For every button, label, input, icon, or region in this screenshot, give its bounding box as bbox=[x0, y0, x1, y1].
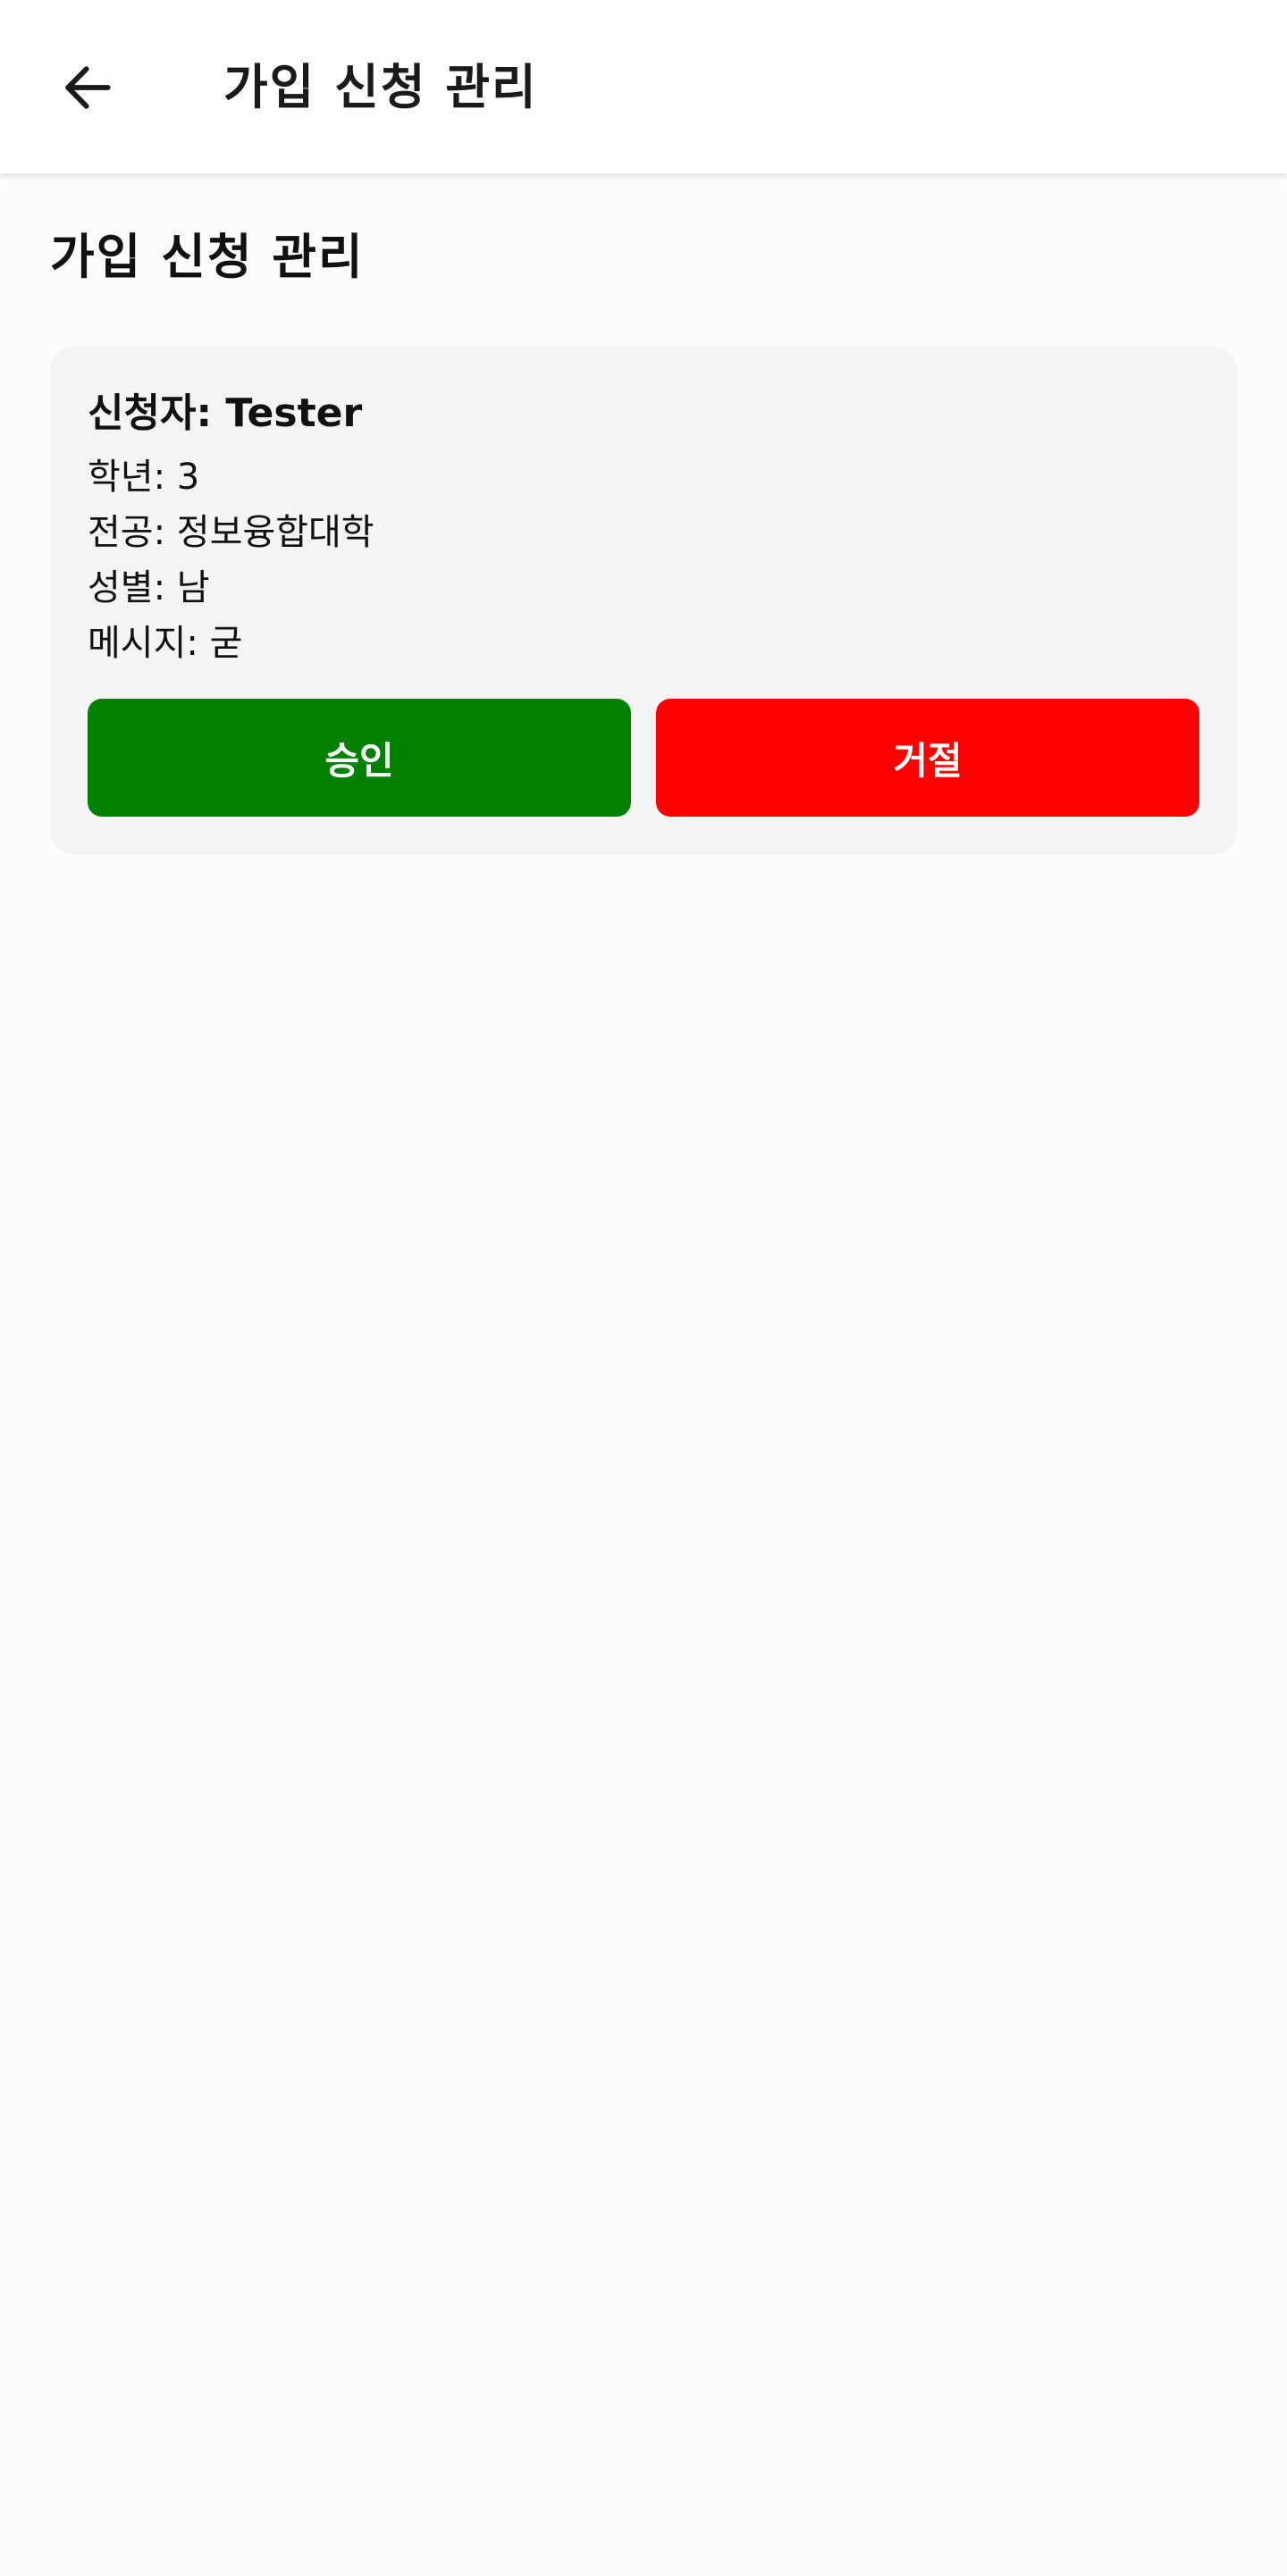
applicant-name: Tester bbox=[225, 390, 363, 436]
major-label: 전공: bbox=[88, 512, 166, 553]
back-button[interactable] bbox=[50, 50, 125, 125]
message-value: 굳 bbox=[209, 623, 243, 664]
approve-button[interactable]: 승인 bbox=[88, 699, 631, 817]
reject-button[interactable]: 거절 bbox=[656, 699, 1199, 817]
gender-value: 남 bbox=[176, 567, 210, 608]
gender-row: 성별: 남 bbox=[88, 561, 210, 615]
grade-row: 학년: 3 bbox=[88, 450, 199, 504]
request-card: 신청자: Tester 학년: 3 전공: 정보융합대학 성별: 남 메시지: … bbox=[50, 347, 1237, 854]
page-title: 가입 신청 관리 bbox=[50, 229, 365, 285]
grade-value: 3 bbox=[176, 457, 200, 498]
applicant-name-row: 신청자: Tester bbox=[88, 382, 362, 445]
app-bar-title: 가입 신청 관리 bbox=[223, 59, 538, 115]
arrow-back-icon bbox=[65, 66, 111, 109]
gender-label: 성별: bbox=[88, 567, 166, 608]
message-label: 메시지: bbox=[88, 623, 198, 664]
applicant-label: 신청자: bbox=[88, 390, 213, 436]
major-value: 정보융합대학 bbox=[176, 512, 374, 553]
grade-label: 학년: bbox=[88, 457, 166, 498]
major-row: 전공: 정보융합대학 bbox=[88, 506, 374, 559]
app-bar: 가입 신청 관리 bbox=[0, 0, 1287, 173]
message-row: 메시지: 굳 bbox=[88, 617, 242, 670]
